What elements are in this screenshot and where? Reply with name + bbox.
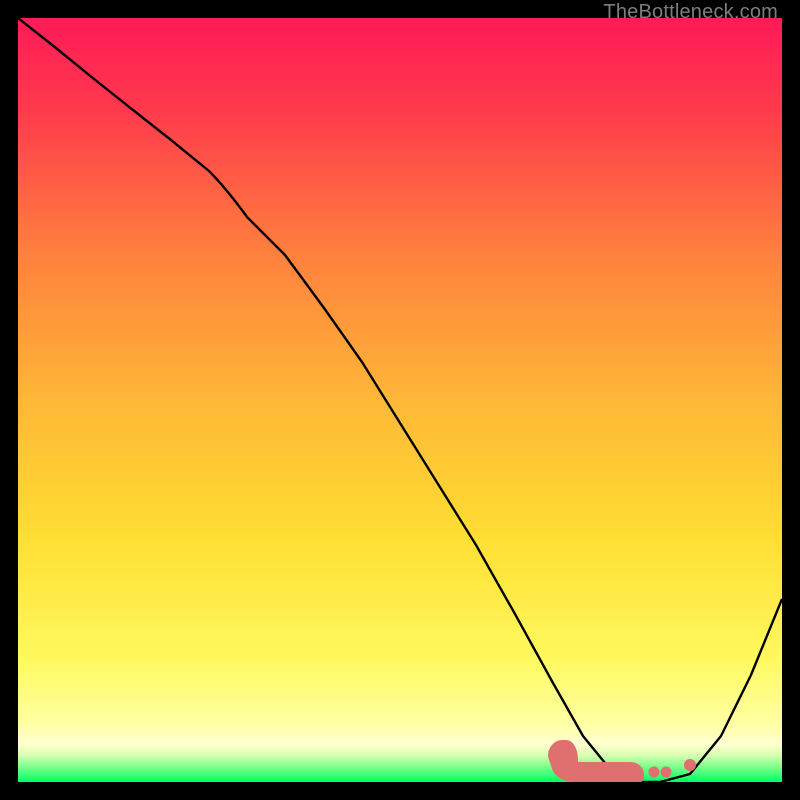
watermark-text: TheBottleneck.com [603,1,778,24]
gradient-background [18,18,782,782]
bottleneck-chart [18,18,782,782]
marker-dot [684,759,696,771]
